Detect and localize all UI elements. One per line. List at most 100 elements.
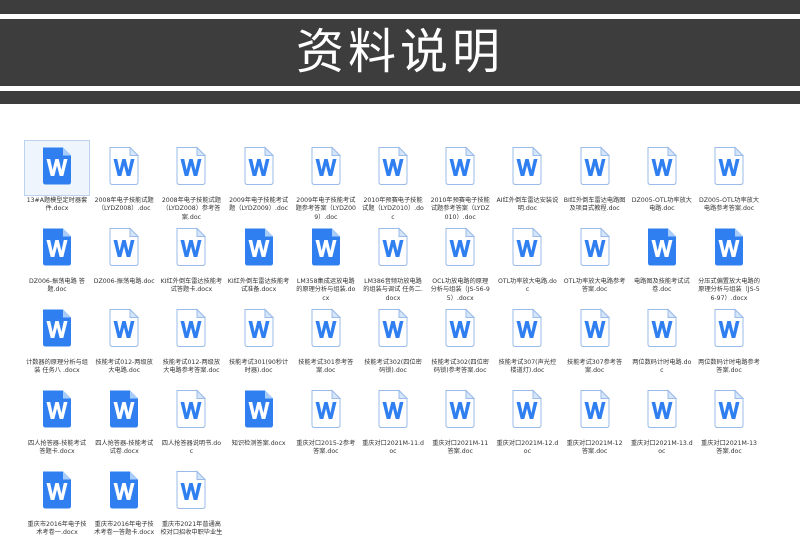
file-thumbnail[interactable] (361, 222, 425, 276)
file-thumbnail[interactable] (25, 303, 89, 357)
file-item[interactable]: 技能考试302(四位密码锁).doc (361, 303, 425, 376)
file-item[interactable]: 计数器的原理分析与组装 任务八 .docx (25, 303, 89, 376)
file-thumbnail[interactable] (495, 141, 559, 195)
file-item[interactable]: 技能考试012-两级放大电路参考答案.doc (159, 303, 223, 376)
file-name: DZ005-OTL功率放大电路.doc (631, 197, 692, 213)
file-item[interactable]: BI红外倒车雷达电路图及项目式教程.doc (563, 141, 627, 214)
file-thumbnail[interactable] (697, 303, 761, 357)
file-thumbnail[interactable] (294, 303, 358, 357)
file-item[interactable]: 技能考试302(四位密码锁)参考答案.doc (428, 303, 492, 376)
file-item[interactable]: 重庆对口2021M-13答案.doc (697, 384, 761, 457)
file-thumbnail[interactable] (563, 384, 627, 438)
file-thumbnail[interactable] (563, 222, 627, 276)
file-thumbnail[interactable] (92, 384, 156, 438)
file-item[interactable]: 重庆市2016年电子技术考卷一答题卡.docx (92, 465, 156, 538)
file-item[interactable]: OCL功放电路的原理分析与组装（JS-56-95）.docx (428, 222, 492, 303)
file-item[interactable]: OTL功率放大电路.doc (495, 222, 559, 295)
file-item[interactable]: 两位数码计时电路参考答案.doc (697, 303, 761, 376)
file-item[interactable]: LM386音频功放电路的组装与调试 任务二.docx (361, 222, 425, 303)
file-item[interactable]: 2009年电子技能考试题（LYDZ009）.doc (227, 141, 291, 214)
file-thumbnail[interactable] (159, 465, 223, 519)
file-thumbnail[interactable] (697, 384, 761, 438)
file-item[interactable]: 重庆对口2015-2参考答案.doc (294, 384, 358, 457)
file-thumbnail[interactable] (630, 384, 694, 438)
file-item[interactable]: 2008年电子技能试题（LYDZ008）参考答案.doc (159, 141, 223, 222)
file-thumbnail[interactable] (92, 303, 156, 357)
file-item[interactable]: AI红外倒车雷达安装说明.doc (495, 141, 559, 214)
file-thumbnail[interactable] (630, 303, 694, 357)
file-thumbnail[interactable] (92, 222, 156, 276)
file-thumbnail[interactable] (697, 141, 761, 195)
file-item[interactable]: 技能考试307(声光控楼道灯).doc (495, 303, 559, 376)
wps-document-icon (311, 308, 342, 347)
file-item[interactable]: 重庆对口2021M-12答案.doc (563, 384, 627, 457)
file-thumbnail[interactable] (428, 141, 492, 195)
file-item[interactable]: 技能考试301参考答案.doc (294, 303, 358, 376)
file-thumbnail[interactable] (495, 303, 559, 357)
wps-document-icon (176, 389, 207, 428)
file-item[interactable]: KI红外倒车雷达技能考试答题卡.docx (159, 222, 223, 295)
file-thumbnail[interactable] (25, 465, 89, 519)
file-thumbnail[interactable] (227, 141, 291, 195)
file-item[interactable]: 技能考试307参考答案.doc (563, 303, 627, 376)
file-item[interactable]: DZ005-OTL功率放大电路.doc (630, 141, 694, 214)
file-name: 重庆市2016年电子技术考卷一.docx (27, 521, 87, 537)
file-item[interactable]: 电路图及技能考试试卷.doc (630, 222, 694, 295)
file-item[interactable]: 2010年预赛电子技能试题参考答案（LYDZ010）.doc (428, 141, 492, 222)
file-thumbnail[interactable] (25, 384, 89, 438)
file-item[interactable]: DZ005-OTL功率放大电路参考答案.doc (697, 141, 761, 214)
file-thumbnail[interactable] (495, 222, 559, 276)
file-item[interactable]: 13#A题模型定时器套件.docx (24, 140, 90, 214)
file-thumbnail[interactable] (159, 222, 223, 276)
file-item[interactable]: 四人抢答器说明书.doc (159, 384, 223, 457)
file-item[interactable]: 重庆对口2021M-12.doc (495, 384, 559, 457)
file-thumbnail[interactable] (25, 222, 89, 276)
file-thumbnail[interactable] (294, 384, 358, 438)
file-item[interactable]: 重庆市2021年普通高校对口招收中职毕业生 (159, 465, 223, 538)
file-item[interactable]: OTL功率放大电路参考答案.doc (563, 222, 627, 295)
file-item[interactable]: 2008年电子技能试题（LYDZ008）.doc (92, 141, 156, 214)
file-item[interactable]: 知识检测答案.docx (227, 384, 291, 448)
file-thumbnail[interactable] (24, 140, 90, 196)
file-thumbnail[interactable] (428, 384, 492, 438)
file-thumbnail[interactable] (92, 141, 156, 195)
file-thumbnail[interactable] (227, 303, 291, 357)
file-thumbnail[interactable] (227, 384, 291, 438)
file-item[interactable]: 分压式偏置放大电路的原理分析与组装（JS-56-97）.docx (697, 222, 761, 303)
file-thumbnail[interactable] (159, 384, 223, 438)
file-thumbnail[interactable] (361, 141, 425, 195)
file-thumbnail[interactable] (159, 303, 223, 357)
file-thumbnail[interactable] (495, 384, 559, 438)
file-thumbnail[interactable] (428, 222, 492, 276)
file-thumbnail[interactable] (563, 303, 627, 357)
file-item[interactable]: 技能考试301(90秒计时器).doc (227, 303, 291, 376)
file-thumbnail[interactable] (630, 222, 694, 276)
file-thumbnail[interactable] (227, 222, 291, 276)
file-thumbnail[interactable] (159, 141, 223, 195)
file-thumbnail[interactable] (361, 384, 425, 438)
file-thumbnail[interactable] (697, 222, 761, 276)
file-name: 四人抢答器-技能考试试卷.docx (95, 440, 154, 456)
file-item[interactable]: LM358集成运放电路的原理分析与组装.docx (294, 222, 358, 303)
file-thumbnail[interactable] (294, 222, 358, 276)
file-thumbnail[interactable] (630, 141, 694, 195)
file-item[interactable]: 重庆对口2021M-11答案.doc (428, 384, 492, 457)
file-thumbnail[interactable] (361, 303, 425, 357)
file-item[interactable]: DZ006-振荡电路 答题.doc (25, 222, 89, 295)
file-thumbnail[interactable] (294, 141, 358, 195)
file-item[interactable]: 重庆对口2021M-13.doc (630, 384, 694, 457)
file-thumbnail[interactable] (92, 465, 156, 519)
file-item[interactable]: KI红外倒车雷达技能考试准备.docx (227, 222, 291, 295)
file-item[interactable]: 四人抢答器-技能考试试卷.docx (92, 384, 156, 457)
file-item[interactable]: 技能考试012-两级放大电路.doc (92, 303, 156, 376)
file-item[interactable]: 四人抢答器-技能考试答题卡.docx (25, 384, 89, 457)
file-item[interactable]: 重庆市2016年电子技术考卷一.docx (25, 465, 89, 538)
wps-document-icon (110, 471, 139, 509)
file-item[interactable]: DZ006-振荡电路.doc (92, 222, 156, 286)
file-item[interactable]: 两位数码计时电路.doc (630, 303, 694, 376)
file-thumbnail[interactable] (563, 141, 627, 195)
file-thumbnail[interactable] (428, 303, 492, 357)
file-item[interactable]: 2009年电子技能考试题参考答案（LYDZ009）.doc (294, 141, 358, 222)
file-item[interactable]: 重庆对口2021M-11.doc (361, 384, 425, 457)
file-item[interactable]: 2010年预赛电子技能试题（LYDZ010）.doc (361, 141, 425, 222)
